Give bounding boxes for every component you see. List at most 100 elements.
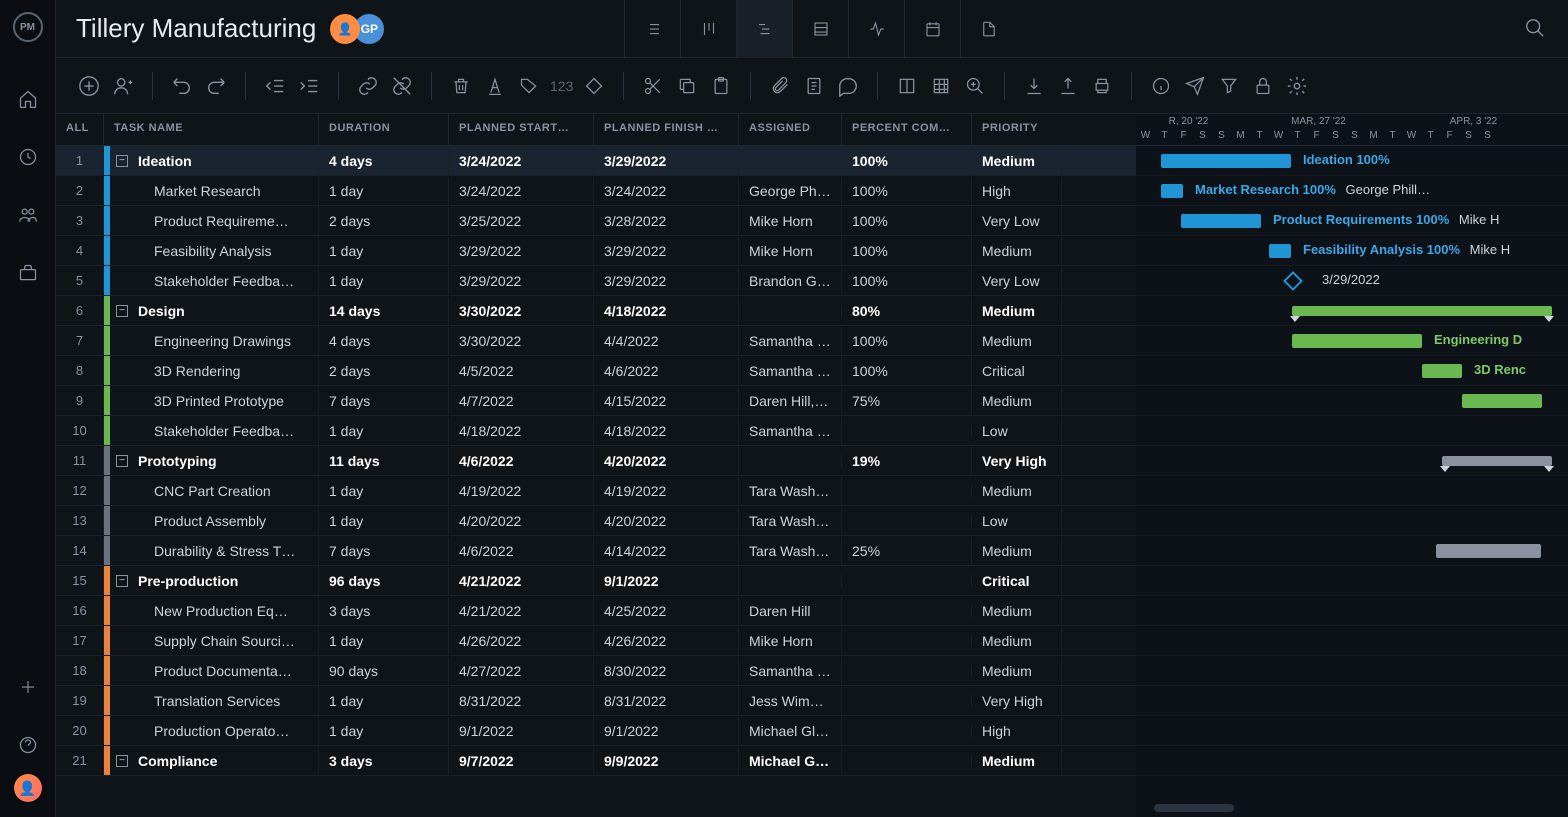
- tag-icon[interactable]: [516, 73, 542, 99]
- table-row[interactable]: 12CNC Part Creation1 day4/19/20224/19/20…: [56, 476, 1136, 506]
- team-icon[interactable]: [17, 204, 39, 226]
- gantt-row[interactable]: 3D Renc: [1136, 356, 1568, 386]
- settings-icon[interactable]: [1284, 73, 1310, 99]
- gantt-row[interactable]: [1136, 416, 1568, 446]
- gantt-row[interactable]: [1136, 656, 1568, 686]
- gantt-row[interactable]: [1136, 566, 1568, 596]
- text-color-icon[interactable]: [482, 73, 508, 99]
- print-icon[interactable]: [1089, 73, 1115, 99]
- table-row[interactable]: 4Feasibility Analysis1 day3/29/20223/29/…: [56, 236, 1136, 266]
- gantt-row[interactable]: [1136, 386, 1568, 416]
- gantt-bar[interactable]: [1161, 154, 1291, 168]
- col-priority[interactable]: PRIORITY: [972, 114, 1062, 145]
- col-percent[interactable]: PERCENT COM…: [842, 114, 972, 145]
- search-icon[interactable]: [1524, 17, 1548, 41]
- table-row[interactable]: 5Stakeholder Feedba…1 day3/29/20223/29/2…: [56, 266, 1136, 296]
- collapse-icon[interactable]: −: [116, 575, 128, 587]
- gantt-row[interactable]: [1136, 506, 1568, 536]
- recent-icon[interactable]: [17, 146, 39, 168]
- table-row[interactable]: 83D Rendering2 days4/5/20224/6/2022Saman…: [56, 356, 1136, 386]
- attachment-icon[interactable]: [767, 73, 793, 99]
- cut-icon[interactable]: [640, 73, 666, 99]
- table-row[interactable]: 93D Printed Prototype7 days4/7/20224/15/…: [56, 386, 1136, 416]
- col-assigned[interactable]: ASSIGNED: [739, 114, 842, 145]
- export-icon[interactable]: [1055, 73, 1081, 99]
- table-row[interactable]: 3Product Requireme…2 days3/25/20223/28/2…: [56, 206, 1136, 236]
- table-row[interactable]: 15−Pre-production96 days4/21/20229/1/202…: [56, 566, 1136, 596]
- table-row[interactable]: 6−Design14 days3/30/20224/18/202280%Medi…: [56, 296, 1136, 326]
- view-sheet-icon[interactable]: [792, 0, 848, 58]
- gantt-row[interactable]: 3/29/2022: [1136, 266, 1568, 296]
- send-icon[interactable]: [1182, 73, 1208, 99]
- gantt-chart[interactable]: R, 20 '22 MAR, 27 '22 APR, 3 '22 WTFSSMT…: [1136, 114, 1568, 817]
- view-calendar-icon[interactable]: [904, 0, 960, 58]
- table-row[interactable]: 13Product Assembly1 day4/20/20224/20/202…: [56, 506, 1136, 536]
- gantt-bar[interactable]: [1161, 184, 1183, 198]
- table-row[interactable]: 1−Ideation4 days3/24/20223/29/2022100%Me…: [56, 146, 1136, 176]
- gantt-row[interactable]: [1136, 686, 1568, 716]
- table-row[interactable]: 17Supply Chain Sourci…1 day4/26/20224/26…: [56, 626, 1136, 656]
- assign-icon[interactable]: [110, 73, 136, 99]
- col-finish[interactable]: PLANNED FINISH …: [594, 114, 739, 145]
- indent-icon[interactable]: [296, 73, 322, 99]
- table-row[interactable]: 2Market Research1 day3/24/20223/24/2022G…: [56, 176, 1136, 206]
- avatar-1[interactable]: 👤: [330, 14, 360, 44]
- gantt-row[interactable]: Market Research 100% George Phill…: [1136, 176, 1568, 206]
- columns-icon[interactable]: [894, 73, 920, 99]
- filter-icon[interactable]: [1216, 73, 1242, 99]
- info-icon[interactable]: [1148, 73, 1174, 99]
- unlink-icon[interactable]: [389, 73, 415, 99]
- link-icon[interactable]: [355, 73, 381, 99]
- gantt-row[interactable]: Feasibility Analysis 100% Mike H: [1136, 236, 1568, 266]
- collapse-icon[interactable]: −: [116, 755, 128, 767]
- gantt-bar[interactable]: [1292, 334, 1422, 348]
- col-duration[interactable]: DURATION: [319, 114, 449, 145]
- task-table[interactable]: ALL TASK NAME DURATION PLANNED START… PL…: [56, 114, 1136, 817]
- view-list-icon[interactable]: [624, 0, 680, 58]
- project-avatars[interactable]: 👤 GP: [336, 14, 384, 44]
- gantt-bar[interactable]: [1422, 364, 1462, 378]
- gantt-scrollbar[interactable]: [1154, 804, 1234, 812]
- milestone-icon[interactable]: [581, 73, 607, 99]
- table-row[interactable]: 10Stakeholder Feedba…1 day4/18/20224/18/…: [56, 416, 1136, 446]
- table-row[interactable]: 21−Compliance3 days9/7/20229/9/2022Micha…: [56, 746, 1136, 776]
- gantt-row[interactable]: [1136, 626, 1568, 656]
- briefcase-icon[interactable]: [17, 262, 39, 284]
- gantt-bar[interactable]: [1269, 244, 1291, 258]
- import-icon[interactable]: [1021, 73, 1047, 99]
- redo-icon[interactable]: [203, 73, 229, 99]
- collapse-icon[interactable]: −: [116, 455, 128, 467]
- paste-icon[interactable]: [708, 73, 734, 99]
- gantt-row[interactable]: [1136, 536, 1568, 566]
- gantt-row[interactable]: Product Requirements 100% Mike H: [1136, 206, 1568, 236]
- comment-icon[interactable]: [835, 73, 861, 99]
- lock-icon[interactable]: [1250, 73, 1276, 99]
- table-row[interactable]: 14Durability & Stress T…7 days4/6/20224/…: [56, 536, 1136, 566]
- gantt-row[interactable]: [1136, 446, 1568, 476]
- collapse-icon[interactable]: −: [116, 305, 128, 317]
- undo-icon[interactable]: [169, 73, 195, 99]
- gantt-bar[interactable]: [1462, 394, 1542, 408]
- gantt-row[interactable]: Engineering D: [1136, 326, 1568, 356]
- copy-icon[interactable]: [674, 73, 700, 99]
- delete-icon[interactable]: [448, 73, 474, 99]
- table-row[interactable]: 7Engineering Drawings4 days3/30/20224/4/…: [56, 326, 1136, 356]
- view-file-icon[interactable]: [960, 0, 1016, 58]
- col-start[interactable]: PLANNED START…: [449, 114, 594, 145]
- gantt-bar[interactable]: [1292, 306, 1552, 316]
- grid-icon[interactable]: [928, 73, 954, 99]
- outdent-icon[interactable]: [262, 73, 288, 99]
- gantt-bar[interactable]: [1436, 544, 1541, 558]
- view-activity-icon[interactable]: [848, 0, 904, 58]
- table-row[interactable]: 11−Prototyping11 days4/6/20224/20/202219…: [56, 446, 1136, 476]
- zoom-icon[interactable]: [962, 73, 988, 99]
- home-icon[interactable]: [17, 88, 39, 110]
- user-avatar[interactable]: 👤: [14, 774, 42, 802]
- table-row[interactable]: 18Product Documenta…90 days4/27/20228/30…: [56, 656, 1136, 686]
- gantt-bar[interactable]: [1181, 214, 1261, 228]
- gantt-row[interactable]: Ideation 100%: [1136, 146, 1568, 176]
- milestone-marker[interactable]: [1283, 271, 1303, 291]
- view-board-icon[interactable]: [680, 0, 736, 58]
- gantt-row[interactable]: [1136, 746, 1568, 776]
- table-row[interactable]: 16New Production Eq…3 days4/21/20224/25/…: [56, 596, 1136, 626]
